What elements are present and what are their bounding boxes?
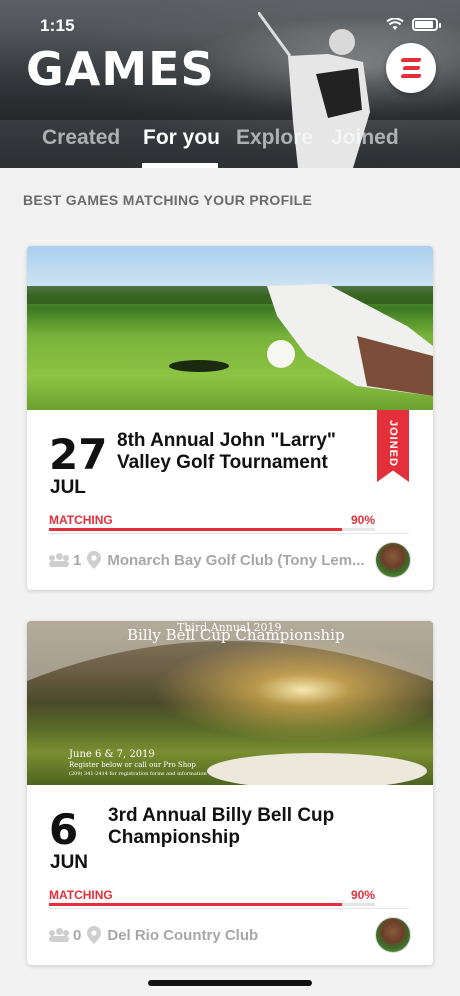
game-image: Third Annual 2019 Billy Bell Cup Champio… bbox=[27, 621, 433, 785]
page-title: GAMES bbox=[26, 42, 215, 96]
game-title[interactable]: 8th Annual John "Larry" Valley Golf Tour… bbox=[117, 430, 377, 474]
game-card[interactable]: Third Annual 2019 Billy Bell Cup Champio… bbox=[27, 621, 433, 965]
matching-value: 90% bbox=[350, 513, 375, 527]
section-heading: BEST GAMES MATCHING YOUR PROFILE bbox=[23, 192, 313, 208]
matching-label: MATCHING bbox=[49, 513, 113, 527]
participant-count: 0 bbox=[73, 926, 82, 944]
matching-progress-bar bbox=[49, 528, 375, 531]
tab-bar: Created For you Explore Joined bbox=[0, 126, 460, 168]
status-bar: 1:15 bbox=[0, 0, 460, 44]
divider bbox=[49, 908, 409, 909]
people-icon bbox=[49, 553, 69, 567]
image-headline: Billy Bell Cup Championship bbox=[127, 626, 345, 644]
active-tab-indicator bbox=[142, 163, 218, 168]
game-title[interactable]: 3rd Annual Billy Bell Cup Championship bbox=[108, 805, 368, 849]
matching-label: MATCHING bbox=[49, 888, 113, 902]
status-icons bbox=[386, 18, 441, 31]
date-day: 27 bbox=[49, 430, 108, 479]
matching-progress-bar bbox=[49, 903, 375, 906]
tab-explore[interactable]: Explore bbox=[236, 126, 313, 150]
battery-icon bbox=[412, 18, 441, 31]
matching-progress-fill bbox=[49, 903, 343, 906]
meta-row: 0 Del Rio Country Club bbox=[49, 924, 389, 946]
matching-value: 90% bbox=[350, 888, 375, 902]
header: 1:15 GAMES Created For you Explore Joine… bbox=[0, 0, 460, 168]
participant-count: 1 bbox=[73, 551, 82, 569]
meta-row: 1 Monarch Bay Golf Club (Tony Lem... bbox=[49, 549, 389, 571]
joined-ribbon: JOINED bbox=[377, 410, 409, 482]
matching-progress-fill bbox=[49, 528, 343, 531]
status-time: 1:15 bbox=[40, 16, 75, 35]
game-card[interactable]: JOINED 27 JUL 8th Annual John "Larry" Va… bbox=[27, 246, 433, 590]
date-day: 6 bbox=[49, 805, 79, 854]
joined-label: JOINED bbox=[387, 420, 399, 467]
image-register-line: Register below or call our Pro Shop bbox=[69, 761, 196, 769]
golf-hole-photo bbox=[27, 284, 433, 396]
venue-name: Monarch Bay Golf Club (Tony Lem... bbox=[107, 551, 365, 569]
venue-name: Del Rio Country Club bbox=[107, 926, 259, 944]
tab-joined[interactable]: Joined bbox=[331, 126, 399, 150]
menu-button[interactable] bbox=[386, 43, 436, 93]
location-pin-icon bbox=[87, 926, 102, 944]
image-phone-line: (209) 341-2414 for registration forms an… bbox=[69, 770, 207, 777]
organizer-avatar[interactable] bbox=[375, 917, 411, 953]
date-month: JUN bbox=[50, 852, 89, 873]
image-date-line: June 6 & 7, 2019 bbox=[68, 749, 155, 760]
people-icon bbox=[49, 928, 69, 942]
tab-for-you[interactable]: For you bbox=[143, 126, 220, 150]
location-pin-icon bbox=[87, 551, 102, 569]
hamburger-menu-icon bbox=[400, 58, 422, 78]
date-month: JUL bbox=[50, 477, 86, 498]
game-image bbox=[27, 246, 433, 410]
golf-course-photo: Third Annual 2019 Billy Bell Cup Champio… bbox=[27, 621, 433, 785]
divider bbox=[49, 533, 409, 534]
tab-created[interactable]: Created bbox=[42, 126, 120, 150]
organizer-avatar[interactable] bbox=[375, 542, 411, 578]
home-indicator bbox=[148, 980, 312, 986]
wifi-icon bbox=[386, 18, 404, 30]
